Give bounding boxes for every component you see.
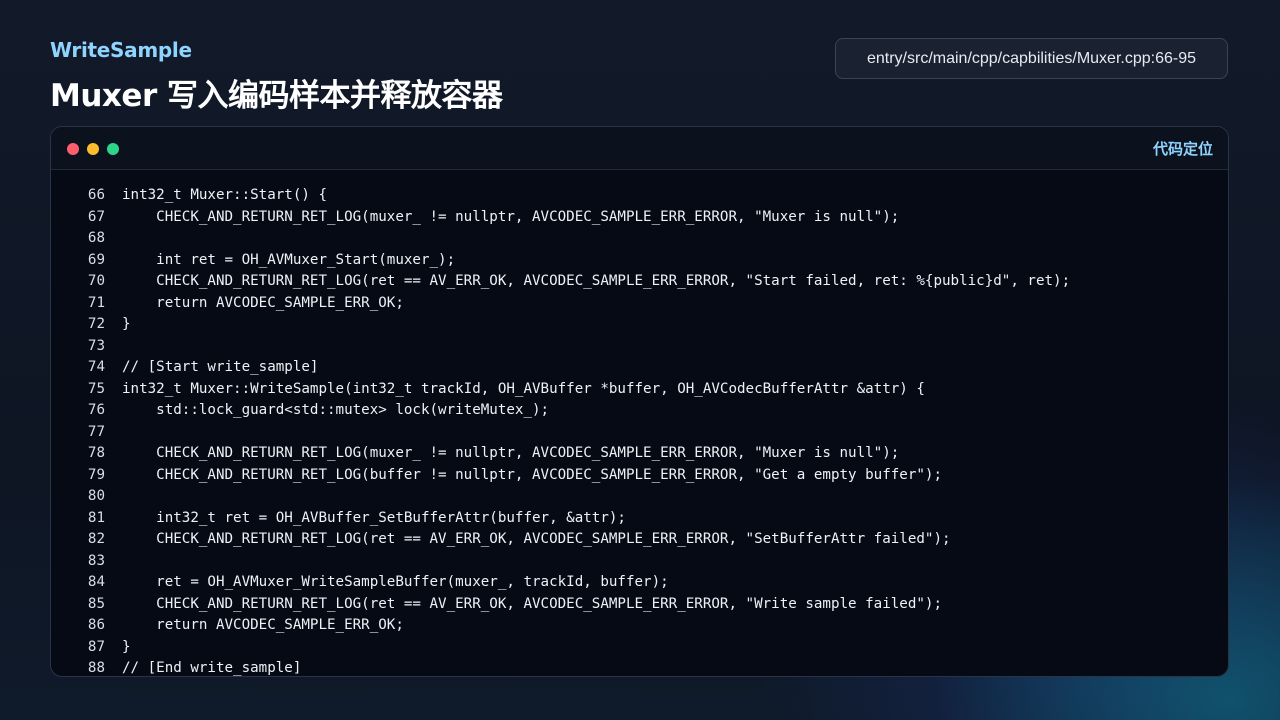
code-line: 88 // [End write_sample] — [51, 658, 1228, 676]
line-code: // [Start write_sample] — [122, 359, 319, 375]
line-code: return AVCODEC_SAMPLE_ERR_OK; — [122, 617, 404, 633]
line-code: CHECK_AND_RETURN_RET_LOG(ret == AV_ERR_O… — [122, 273, 1071, 289]
line-number: 83 — [87, 552, 105, 569]
line-number: 74 — [87, 359, 105, 375]
code-line: 80 — [51, 486, 1228, 508]
code-line: 77 — [51, 422, 1228, 444]
line-number: 87 — [87, 638, 105, 655]
line-number: 66 — [87, 187, 105, 203]
close-dot-icon — [67, 143, 79, 155]
line-number: 88 — [87, 660, 105, 676]
line-code: int ret = OH_AVMuxer_Start(muxer_); — [122, 251, 456, 268]
line-number: 86 — [87, 617, 105, 633]
line-code: ret = OH_AVMuxer_WriteSampleBuffer(muxer… — [122, 574, 669, 590]
line-number: 73 — [87, 337, 105, 354]
line-code: } — [122, 638, 131, 655]
line-number: 76 — [87, 402, 105, 418]
code-line: 86 return AVCODEC_SAMPLE_ERR_OK; — [51, 615, 1228, 637]
line-code: std::lock_guard<std::mutex> lock(writeMu… — [122, 402, 550, 418]
code-line: 81 int32_t ret = OH_AVBuffer_SetBufferAt… — [51, 508, 1228, 530]
line-number: 67 — [87, 208, 105, 225]
line-code: return AVCODEC_SAMPLE_ERR_OK; — [122, 294, 404, 311]
code-line: 67 CHECK_AND_RETURN_RET_LOG(muxer_ != nu… — [51, 207, 1228, 229]
line-code: CHECK_AND_RETURN_RET_LOG(ret == AV_ERR_O… — [122, 595, 942, 612]
code-line: 75 int32_t Muxer::WriteSample(int32_t tra… — [51, 379, 1228, 401]
code-line: 87} — [51, 637, 1228, 659]
code-line: 85 CHECK_AND_RETURN_RET_LOG(ret == AV_ER… — [51, 594, 1228, 616]
line-number: 77 — [87, 423, 105, 440]
line-code: CHECK_AND_RETURN_RET_LOG(buffer != nullp… — [122, 466, 942, 483]
line-number: 78 — [87, 445, 105, 461]
code-line: 66 int32_t Muxer::Start() { — [51, 185, 1228, 207]
line-number: 85 — [87, 595, 105, 612]
line-code: int32_t ret = OH_AVBuffer_SetBufferAttr(… — [122, 509, 626, 526]
file-path-label: entry/src/main/cpp/capbilities/Muxer.cpp… — [866, 49, 1197, 67]
line-number: 68 — [87, 230, 105, 246]
code-locate-link[interactable]: 代码定位 — [1153, 138, 1213, 159]
window-titlebar: 代码定位 — [51, 127, 1228, 170]
line-number: 69 — [87, 251, 105, 268]
line-number: 72 — [87, 316, 105, 332]
code-line: 76 std::lock_guard<std::mutex> lock(writ… — [51, 400, 1228, 422]
code-line: 84 ret = OH_AVMuxer_WriteSampleBuffer(mu… — [51, 572, 1228, 594]
line-code: CHECK_AND_RETURN_RET_LOG(muxer_ != nullp… — [122, 445, 900, 461]
section-subtitle: WriteSample — [50, 38, 192, 62]
line-code: // [End write_sample] — [122, 660, 302, 676]
code-line: 79 CHECK_AND_RETURN_RET_LOG(buffer != nu… — [51, 465, 1228, 487]
line-code: CHECK_AND_RETURN_RET_LOG(ret == AV_ERR_O… — [122, 531, 951, 547]
line-number: 70 — [87, 273, 105, 289]
line-code: int32_t Muxer::WriteSample(int32_t track… — [122, 380, 925, 397]
code-line: 74 // [Start write_sample] — [51, 357, 1228, 379]
code-listing: 66 int32_t Muxer::Start() {67 CHECK_AND_R… — [51, 185, 1228, 676]
code-line: 78 CHECK_AND_RETURN_RET_LOG(muxer_ != nu… — [51, 443, 1228, 465]
line-code: CHECK_AND_RETURN_RET_LOG(muxer_ != nullp… — [122, 208, 900, 225]
code-line: 73 — [51, 336, 1228, 358]
line-number: 81 — [87, 509, 105, 526]
line-code: } — [122, 316, 131, 332]
line-number: 71 — [87, 294, 105, 311]
line-number: 82 — [87, 531, 105, 547]
maximize-dot-icon — [107, 143, 119, 155]
code-window: 代码定位 66 int32_t Muxer::Start() {67 CHECK_… — [50, 126, 1229, 677]
minimize-dot-icon — [87, 143, 99, 155]
page-title: Muxer 写入编码样本并释放容器 — [50, 78, 503, 114]
code-line: 71 return AVCODEC_SAMPLE_ERR_OK; — [51, 293, 1228, 315]
code-line: 83 — [51, 551, 1228, 573]
line-number: 80 — [87, 488, 105, 504]
code-line: 70 CHECK_AND_RETURN_RET_LOG(ret == AV_ER… — [51, 271, 1228, 293]
code-line: 69 int ret = OH_AVMuxer_Start(muxer_); — [51, 250, 1228, 272]
line-number: 84 — [87, 574, 105, 590]
code-line: 68 — [51, 228, 1228, 250]
line-number: 75 — [87, 380, 105, 397]
code-line: 82 CHECK_AND_RETURN_RET_LOG(ret == AV_ER… — [51, 529, 1228, 551]
line-number: 79 — [87, 466, 105, 483]
file-path-badge: entry/src/main/cpp/capbilities/Muxer.cpp… — [835, 38, 1228, 79]
line-code: int32_t Muxer::Start() { — [122, 187, 327, 203]
code-line: 72} — [51, 314, 1228, 336]
